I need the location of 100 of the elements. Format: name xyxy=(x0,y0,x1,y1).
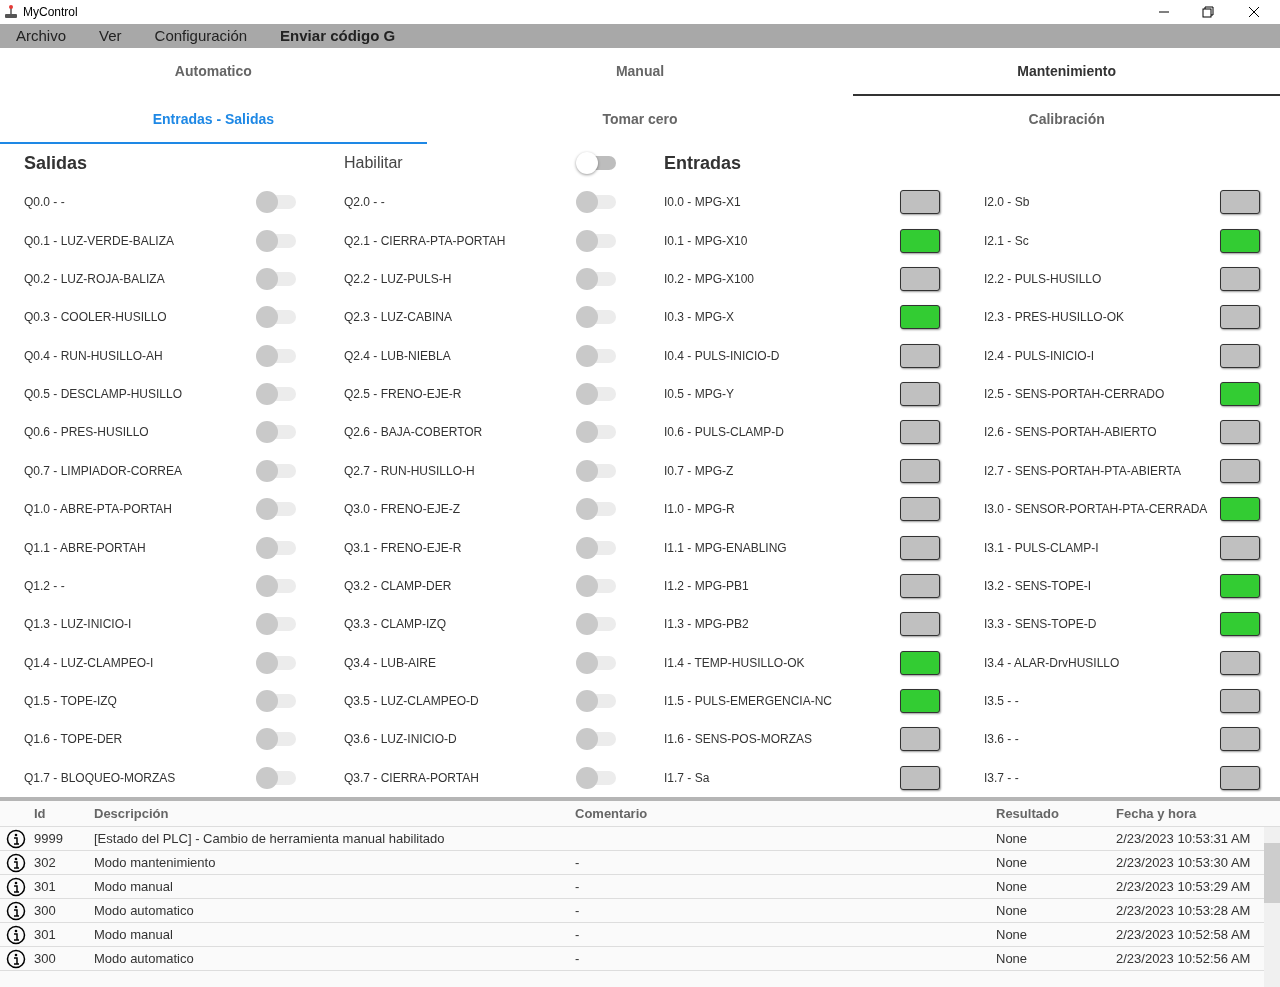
table-cell-text: 2/23/2023 10:53:31 AM xyxy=(1116,829,1251,848)
output-label: Q2.6 - BAJA-COBERTOR xyxy=(344,424,483,442)
toggle-switch[interactable] xyxy=(256,192,296,213)
toggle-switch[interactable] xyxy=(256,729,296,750)
input-label: I1.0 - MPG-R xyxy=(664,501,735,519)
input-label: I1.4 - TEMP-HUSILLO-OK xyxy=(664,654,805,672)
log-row[interactable]: 9999 [Estado del PLC] - Cambio de herramienta manual habilitado None 2/23/2023 10:53:31 AM xyxy=(0,827,1264,851)
log-row[interactable]: 301 Modo manual - None 2/23/2023 10:52:58 AM xyxy=(0,923,1264,947)
output-label: Q0.3 - COOLER-HUSILLO xyxy=(24,309,167,327)
tab[interactable]: Calibración xyxy=(853,96,1280,144)
toggle-switch[interactable] xyxy=(256,652,296,673)
toggle-switch[interactable] xyxy=(576,230,616,251)
toggle-switch[interactable] xyxy=(576,384,616,405)
toggle-switch[interactable] xyxy=(256,422,296,443)
toggle-switch[interactable] xyxy=(576,268,616,289)
input-label: I0.1 - MPG-X10 xyxy=(664,232,748,250)
toggle-switch[interactable] xyxy=(256,575,296,596)
output-label: Q2.4 - LUB-NIEBLA xyxy=(344,347,451,365)
toggle-switch[interactable] xyxy=(256,230,296,251)
table-cell-text: Modo manual xyxy=(94,925,174,944)
output-label: Q1.4 - LUZ-CLAMPEO-I xyxy=(24,654,154,672)
table-cell-text: None xyxy=(996,877,1029,896)
toggle-switch[interactable] xyxy=(576,614,616,635)
input-label: I1.6 - SENS-POS-MORZAS xyxy=(664,731,813,749)
table-cell-text: 302 xyxy=(34,853,57,872)
toggle-switch[interactable] xyxy=(576,575,616,596)
column-header: Id xyxy=(34,804,47,823)
toggle-switch[interactable] xyxy=(256,460,296,481)
output-label: Q1.3 - LUZ-INICIO-I xyxy=(24,616,132,634)
output-label: Q0.4 - RUN-HUSILLO-AH xyxy=(24,347,163,365)
menu-item[interactable]: Configuración xyxy=(154,24,248,48)
toggle-switch[interactable] xyxy=(256,307,296,328)
tab[interactable]: Automatico xyxy=(0,48,427,96)
toggle-switch[interactable] xyxy=(576,537,616,558)
toggle-switch[interactable] xyxy=(256,691,296,712)
table-cell-text: 9999 xyxy=(34,829,64,848)
toggle-switch[interactable] xyxy=(576,691,616,712)
table-cell-text: 300 xyxy=(34,949,57,968)
input-label: I0.0 - MPG-X1 xyxy=(664,194,741,212)
table-cell-text: [Estado del PLC] - Cambio de herramienta manual habilitado xyxy=(94,829,446,848)
output-label: Q2.2 - LUZ-PULS-H xyxy=(344,270,452,288)
input-label: I1.5 - PULS-EMERGENCIA-NC xyxy=(664,693,833,711)
input-label: I2.1 - Sc xyxy=(984,232,1029,250)
toggle-switch[interactable] xyxy=(576,499,616,520)
output-label: Q1.6 - TOPE-DER xyxy=(24,731,123,749)
toggle-switch[interactable] xyxy=(576,307,616,328)
table-cell-text: 301 xyxy=(34,925,57,944)
toggle-switch[interactable] xyxy=(576,767,616,788)
log-row[interactable]: 300 Modo automatico - None 2/23/2023 10:52:56 AM xyxy=(0,947,1264,971)
column-header: Fecha y hora xyxy=(1116,804,1197,823)
menu-item[interactable]: Ver xyxy=(99,24,122,48)
log-row[interactable]: 300 Modo automatico - None 2/23/2023 10:53:28 AM xyxy=(0,899,1264,923)
input-label: I3.4 - ALAR-DrvHUSILLO xyxy=(984,654,1120,672)
table-cell-text: - xyxy=(575,877,581,896)
toggle-switch[interactable] xyxy=(576,460,616,481)
output-label: Q3.5 - LUZ-CLAMPEO-D xyxy=(344,693,479,711)
tab[interactable]: Tomar cero xyxy=(426,96,854,144)
table-cell-text: 301 xyxy=(34,877,57,896)
toggle-switch[interactable] xyxy=(576,345,616,366)
scrollbar[interactable] xyxy=(1264,827,1280,987)
output-label: Q3.6 - LUZ-INICIO-D xyxy=(344,731,457,749)
table-cell-text: None xyxy=(996,901,1029,920)
log-row[interactable]: 301 Modo manual - None 2/23/2023 10:53:29 AM xyxy=(0,875,1264,899)
toggle-switch[interactable] xyxy=(576,192,616,213)
toggle-switch[interactable] xyxy=(256,614,296,635)
close-icon[interactable] xyxy=(1248,6,1260,18)
output-label: Q0.1 - LUZ-VERDE-BALIZA xyxy=(24,232,175,250)
info-icon xyxy=(6,924,26,945)
toggle-switch[interactable] xyxy=(256,345,296,366)
table-cell-text: - xyxy=(575,925,581,944)
input-label: I0.4 - PULS-INICIO-D xyxy=(664,347,780,365)
toggle-switch[interactable] xyxy=(256,767,296,788)
toggle-switch[interactable] xyxy=(576,652,616,673)
toggle-switch[interactable] xyxy=(256,499,296,520)
input-label: I0.5 - MPG-Y xyxy=(664,386,734,404)
toggle-switch[interactable] xyxy=(256,268,296,289)
menu-item[interactable]: Enviar código G xyxy=(280,24,396,48)
table-cell-text: 2/23/2023 10:52:58 AM xyxy=(1116,925,1251,944)
tab[interactable]: Entradas - Salidas xyxy=(0,96,427,144)
input-label: I0.2 - MPG-X100 xyxy=(664,270,755,288)
output-label: Q3.1 - FRENO-EJE-R xyxy=(344,539,462,557)
section-heading: Salidas xyxy=(24,152,88,175)
menu-item[interactable]: Archivo xyxy=(16,24,67,48)
toggle-switch[interactable] xyxy=(576,153,616,174)
table-cell-text: None xyxy=(996,829,1029,848)
toggle-switch[interactable] xyxy=(576,422,616,443)
window-title: MyControl xyxy=(23,4,78,21)
table-cell-text: 2/23/2023 10:52:56 AM xyxy=(1116,949,1251,968)
toggle-switch[interactable] xyxy=(576,729,616,750)
tab[interactable]: Manual xyxy=(426,48,854,96)
input-label: I1.3 - MPG-PB2 xyxy=(664,616,749,634)
toggle-switch[interactable] xyxy=(256,537,296,558)
toggle-switch[interactable] xyxy=(256,384,296,405)
log-row[interactable]: 302 Modo mantenimiento - None 2/23/2023 10:53:30 AM xyxy=(0,851,1264,875)
input-label: I3.7 - - xyxy=(984,769,1019,787)
column-header: Descripción xyxy=(94,804,170,823)
input-label: I3.3 - SENS-TOPE-D xyxy=(984,616,1097,634)
restore-icon[interactable] xyxy=(1202,6,1214,18)
tab[interactable]: Mantenimiento xyxy=(853,48,1280,96)
table-cell-text: 300 xyxy=(34,901,57,920)
